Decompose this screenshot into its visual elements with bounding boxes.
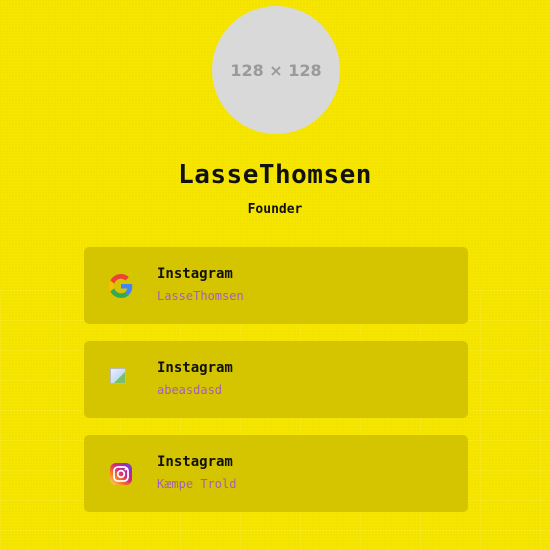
broken-image-icon bbox=[108, 367, 134, 393]
link-card-broken-image[interactable]: Instagram abeasdasd bbox=[84, 341, 468, 418]
link-subtitle: LasseThomsen bbox=[157, 289, 244, 303]
broken-image-placeholder bbox=[110, 368, 126, 384]
link-title: Instagram bbox=[157, 266, 233, 282]
avatar: 128 × 128 bbox=[212, 6, 340, 134]
google-icon bbox=[108, 273, 134, 299]
link-card-instagram[interactable]: Instagram Kæmpe Trold bbox=[84, 435, 468, 512]
link-card-google[interactable]: Instagram LasseThomsen bbox=[84, 247, 468, 324]
profile-page: 128 × 128 LasseThomsen Founder Instagram… bbox=[0, 0, 550, 550]
link-subtitle: abeasdasd bbox=[157, 383, 223, 397]
instagram-icon bbox=[108, 461, 134, 487]
avatar-placeholder-text: 128 × 128 bbox=[230, 60, 322, 80]
link-title: Instagram bbox=[157, 454, 233, 470]
link-title: Instagram bbox=[157, 360, 233, 376]
profile-role: Founder bbox=[247, 202, 303, 217]
link-subtitle: Kæmpe Trold bbox=[157, 477, 237, 491]
profile-name: LasseThomsen bbox=[178, 160, 372, 190]
